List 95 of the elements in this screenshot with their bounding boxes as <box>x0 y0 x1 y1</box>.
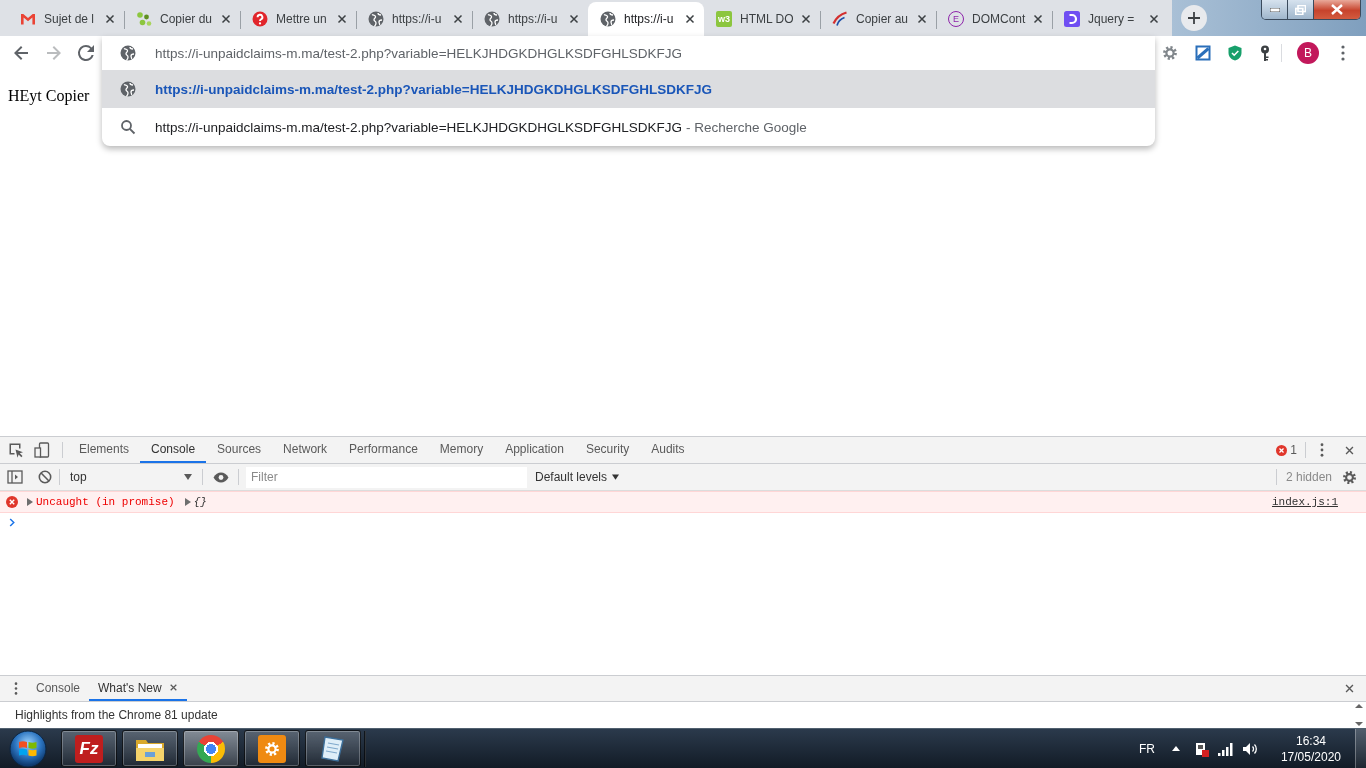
plus-icon <box>1187 11 1201 25</box>
context-select[interactable]: top <box>64 467 198 487</box>
browser-tab[interactable]: https://i-u <box>356 2 472 36</box>
browser-tab[interactable]: Copier du <box>124 2 240 36</box>
object-preview[interactable]: {} <box>193 496 207 508</box>
menu-icon[interactable] <box>1320 443 1324 457</box>
expand-icon[interactable] <box>184 498 191 506</box>
shield-icon[interactable] <box>1227 45 1243 61</box>
profile-avatar[interactable]: B <box>1297 42 1319 64</box>
browser-tab[interactable]: https://i-u <box>472 2 588 36</box>
browser-tab[interactable]: Jquery = <box>1052 2 1168 36</box>
taskbar-app-button[interactable] <box>122 730 178 767</box>
taskbar-app-button[interactable] <box>305 730 361 767</box>
caret-up-icon[interactable] <box>1171 746 1180 751</box>
clock-time[interactable]: 16:34 <box>1295 732 1326 749</box>
sidebar-icon[interactable] <box>7 470 23 484</box>
browser-tab[interactable]: Mettre un <box>240 2 356 36</box>
levels-dropdown[interactable]: Default levels <box>531 470 624 484</box>
address-field[interactable]: https://i-unpaidclaims-m.ma/test-2.php?variable=HELKJHDGKDHGLKSDFGHLSDKFJG <box>102 36 1155 70</box>
menu-icon[interactable] <box>1341 45 1345 61</box>
gear-icon[interactable] <box>1162 45 1178 61</box>
devtools-tab[interactable]: Application <box>494 437 575 463</box>
new-tab-button[interactable] <box>1181 5 1207 31</box>
devtools-tab[interactable]: Elements <box>68 437 141 463</box>
taskbar-app-button[interactable]: Fz <box>61 730 117 767</box>
clear-icon[interactable] <box>38 470 52 484</box>
globe-icon <box>600 11 616 27</box>
mail-icon <box>20 11 36 27</box>
minimize-button[interactable] <box>1262 0 1288 19</box>
inspect-icon[interactable] <box>8 442 24 458</box>
globe-icon <box>368 11 384 27</box>
settings-icon[interactable] <box>1342 469 1357 485</box>
browser-tab[interactable]: Copier au <box>820 2 936 36</box>
close-icon[interactable] <box>168 683 178 692</box>
caret-icon <box>184 474 192 480</box>
devtools-tab[interactable]: Memory <box>428 437 495 463</box>
expand-icon[interactable] <box>27 498 33 506</box>
prompt-icon <box>9 517 15 527</box>
error-icon <box>6 496 18 508</box>
taskbar-app-button[interactable] <box>244 730 300 767</box>
dots-icon <box>136 11 152 27</box>
minimize-icon <box>1269 7 1280 12</box>
gear-icon <box>258 734 286 763</box>
error-count[interactable]: 1 <box>1290 443 1297 457</box>
restore-icon <box>1295 4 1306 15</box>
scrollbar[interactable] <box>1355 703 1363 727</box>
suggestion-item[interactable]: https://i-unpaidclaims-m.ma/test-2.php?variable=HELKJHDGKDHGLKSDFGHLSDKFJG <box>102 70 1155 108</box>
whats-new-text: Highlights from the Chrome 81 update <box>15 708 218 722</box>
notepad-icon <box>319 734 347 763</box>
tile-icon[interactable] <box>1195 45 1211 61</box>
swoosh-icon <box>832 11 848 27</box>
app-logo: Fz <box>75 734 103 763</box>
menu-icon[interactable] <box>14 682 18 695</box>
hidden-count: 2 hidden <box>1285 470 1332 484</box>
eye-icon[interactable] <box>213 471 229 483</box>
device-icon[interactable] <box>34 442 50 458</box>
message-text: Uncaught (in promise) <box>36 496 175 508</box>
globe-icon <box>120 81 136 97</box>
globe-icon <box>484 11 500 27</box>
source-link[interactable]: index.js:1 <box>1272 496 1338 508</box>
search-icon <box>120 119 136 135</box>
signal-icon[interactable] <box>1217 741 1234 756</box>
browser-tab[interactable]: E DOMCont <box>936 2 1052 36</box>
help-icon <box>252 11 268 27</box>
browser-tab[interactable]: https://i-u <box>588 2 704 36</box>
speaker-icon[interactable] <box>1241 741 1258 756</box>
circle-logo-icon <box>197 734 225 763</box>
language-indicator[interactable]: FR <box>1138 741 1155 756</box>
clock-date[interactable]: 17/05/2020 <box>1280 748 1341 765</box>
restore-button[interactable] <box>1288 0 1314 19</box>
devtools-tab[interactable]: Network <box>272 437 339 463</box>
reload-icon[interactable] <box>76 43 96 63</box>
window-close-button[interactable] <box>1314 0 1360 19</box>
browser-tab[interactable]: Sujet de l <box>8 2 124 36</box>
key-icon[interactable] <box>1259 45 1271 61</box>
suggestion-item[interactable]: https://i-unpaidclaims-m.ma/test-2.php?variable=HELKJHDGKDHGLKSDFGHLSDKFJG - Recherche Google <box>102 108 1155 146</box>
taskbar-app-button[interactable] <box>183 730 239 767</box>
globe-icon <box>120 45 136 61</box>
square-logo-icon <box>1064 11 1080 27</box>
browser-tab[interactable]: w3 HTML DO <box>704 2 820 36</box>
show-desktop-button[interactable] <box>1355 729 1366 768</box>
page-text: HEyt Copier <box>8 87 90 105</box>
filter-field[interactable]: Filter <box>246 466 527 488</box>
devtools-tab[interactable]: Security <box>574 437 641 463</box>
devtools-tab[interactable]: Performance <box>338 437 429 463</box>
caret-icon <box>612 474 620 480</box>
drawer-tab[interactable]: Console <box>27 676 90 701</box>
close-icon[interactable] <box>1344 683 1355 694</box>
close-icon[interactable] <box>1344 444 1355 456</box>
site-logo: w3 <box>716 11 732 27</box>
devtools-tab[interactable]: Audits <box>640 437 696 463</box>
devtools-tab[interactable]: Sources <box>206 437 273 463</box>
error-icon <box>1276 444 1288 456</box>
start-button[interactable] <box>8 728 48 768</box>
close-icon <box>1331 4 1343 15</box>
